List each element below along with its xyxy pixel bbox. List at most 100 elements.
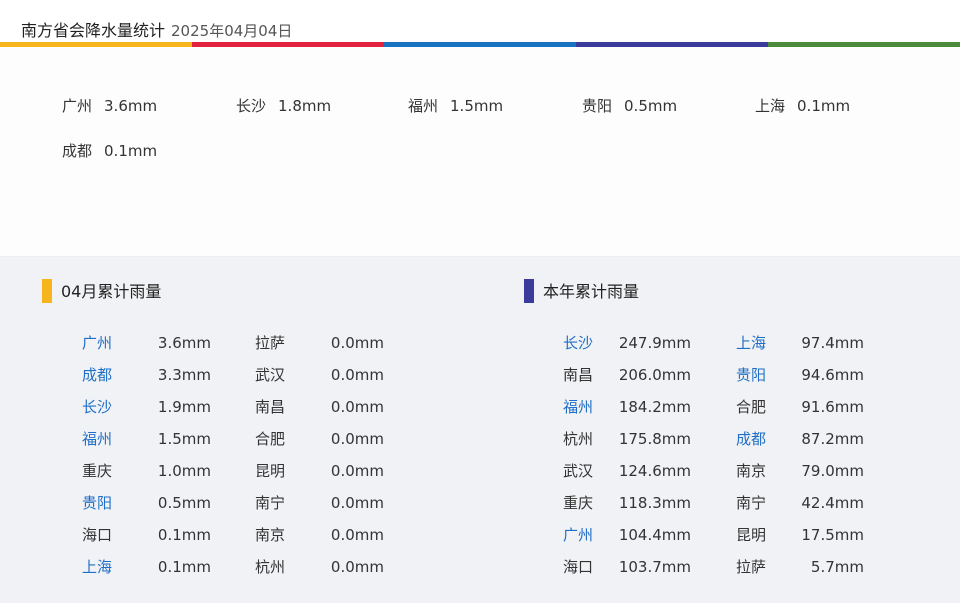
today-rain-value: 0.1mm: [797, 97, 851, 115]
yearly-city-name: 长沙: [563, 334, 594, 352]
yearly-rain-value: 247.9mm: [618, 334, 691, 352]
today-rain-item: 成都 0.1mm: [62, 140, 157, 161]
monthly-city-name: 福州: [82, 430, 113, 448]
today-rain-value: 0.1mm: [104, 142, 158, 160]
yearly-rain-value: 42.4mm: [801, 494, 864, 512]
yearly-rain-value: 206.0mm: [618, 366, 691, 384]
yearly-rain-value: 124.6mm: [618, 462, 691, 480]
yearly-city-name: 南京: [736, 462, 767, 480]
yearly-title: 本年累计雨量: [543, 282, 640, 301]
monthly-rain-value: 0.0mm: [330, 462, 384, 480]
yearly-rain-value: 94.6mm: [801, 366, 864, 384]
monthly-city-name: 海口: [82, 526, 113, 544]
color-bar-segment: [576, 42, 768, 47]
today-rain-item: 上海 0.1mm: [755, 95, 850, 116]
yearly-rain-value: 118.3mm: [618, 494, 691, 512]
yearly-rain-value: 79.0mm: [801, 462, 864, 480]
yearly-rain-value: 91.6mm: [801, 398, 864, 416]
yearly-city-name: 上海: [736, 334, 767, 352]
title-date: 2025年04月04日: [171, 22, 293, 40]
monthly-title: 04月累计雨量: [61, 282, 162, 301]
monthly-marker: [42, 278, 52, 303]
yearly-rain-value: 103.7mm: [618, 558, 691, 576]
monthly-city-name: 南宁: [255, 494, 286, 512]
monthly-city-name: 杭州: [255, 558, 286, 576]
color-bar-segment: [384, 42, 576, 47]
monthly-rain-value: 0.1mm: [157, 526, 211, 544]
color-bar-segment: [768, 42, 960, 47]
yearly-city-name: 武汉: [563, 462, 594, 480]
monthly-city-name: 武汉: [255, 366, 286, 384]
today-city-name: 长沙: [236, 97, 267, 115]
page-title: 南方省会降水量统计 2025年04月04日: [21, 17, 292, 41]
monthly-section-title: 04月累计雨量: [42, 278, 161, 305]
yearly-rain-value: 87.2mm: [801, 430, 864, 448]
monthly-rain-value: 0.0mm: [330, 494, 384, 512]
yearly-city-name: 昆明: [736, 526, 767, 544]
today-rain-item: 福州 1.5mm: [408, 95, 503, 116]
yearly-city-name: 重庆: [563, 494, 594, 512]
monthly-rain-value: 0.0mm: [330, 398, 384, 416]
yearly-rain-value: 184.2mm: [618, 398, 691, 416]
yearly-city-name: 福州: [563, 398, 594, 416]
yearly-rain-value: 175.8mm: [618, 430, 691, 448]
yearly-city-name: 广州: [563, 526, 594, 544]
today-city-name: 广州: [62, 97, 93, 115]
monthly-city-name: 南昌: [255, 398, 286, 416]
color-bar-segment: [0, 42, 192, 47]
yearly-section-title: 本年累计雨量: [524, 278, 639, 305]
today-rain-item: 长沙 1.8mm: [236, 95, 331, 116]
yearly-marker: [524, 278, 534, 303]
title-text: 南方省会降水量统计: [21, 21, 166, 40]
monthly-rain-value: 0.5mm: [157, 494, 211, 512]
monthly-city-name: 合肥: [255, 430, 286, 448]
monthly-rain-value: 0.0mm: [330, 366, 384, 384]
today-city-name: 贵阳: [582, 97, 613, 115]
yearly-city-name: 南宁: [736, 494, 767, 512]
today-rain-item: 贵阳 0.5mm: [582, 95, 677, 116]
cumulative-rainfall-panel: 04月累计雨量 本年累计雨量 广州 3.6mm 成都 3.3mm 长沙 1.9mm 福州 1.…: [0, 257, 960, 603]
monthly-rain-value: 0.0mm: [330, 430, 384, 448]
monthly-rain-value: 0.0mm: [330, 526, 384, 544]
color-bar: [0, 42, 960, 47]
yearly-rain-value: 17.5mm: [801, 526, 864, 544]
monthly-city-name: 上海: [82, 558, 113, 576]
monthly-rain-value: 3.6mm: [157, 334, 211, 352]
monthly-rain-value: 3.3mm: [157, 366, 211, 384]
yearly-city-name: 贵阳: [736, 366, 767, 384]
today-rain-item: 广州 3.6mm: [62, 95, 157, 116]
yearly-rain-value: 104.4mm: [618, 526, 691, 544]
yearly-city-name: 南昌: [563, 366, 594, 384]
yearly-city-name: 海口: [563, 558, 594, 576]
monthly-city-name: 拉萨: [255, 334, 286, 352]
monthly-rain-value: 1.0mm: [157, 462, 211, 480]
yearly-rain-value: 97.4mm: [801, 334, 864, 352]
monthly-city-name: 贵阳: [82, 494, 113, 512]
yearly-city-name: 成都: [736, 430, 767, 448]
color-bar-segment: [192, 42, 384, 47]
today-city-name: 上海: [755, 97, 786, 115]
monthly-rain-value: 1.9mm: [157, 398, 211, 416]
monthly-city-name: 南京: [255, 526, 286, 544]
yearly-city-name: 拉萨: [736, 558, 767, 576]
today-rainfall-panel: 广州 3.6mm 长沙 1.8mm 福州 1.5mm 贵阳 0.5mm 上海 0.1mm 成都 0.1…: [0, 48, 960, 257]
today-rain-value: 3.6mm: [104, 97, 158, 115]
monthly-city-name: 成都: [82, 366, 113, 384]
monthly-city-name: 重庆: [82, 462, 113, 480]
monthly-city-name: 昆明: [255, 462, 286, 480]
yearly-city-name: 杭州: [563, 430, 594, 448]
monthly-rain-value: 0.1mm: [157, 558, 211, 576]
monthly-rain-value: 0.0mm: [330, 334, 384, 352]
today-rain-value: 1.5mm: [450, 97, 504, 115]
yearly-city-name: 合肥: [736, 398, 767, 416]
yearly-rain-value: 5.7mm: [810, 558, 864, 576]
monthly-city-name: 长沙: [82, 398, 113, 416]
header: 南方省会降水量统计 2025年04月04日: [0, 0, 960, 48]
today-city-name: 福州: [408, 97, 439, 115]
monthly-rain-value: 0.0mm: [330, 558, 384, 576]
today-city-name: 成都: [62, 142, 93, 160]
monthly-rain-value: 1.5mm: [157, 430, 211, 448]
monthly-city-name: 广州: [82, 334, 113, 352]
today-rain-value: 1.8mm: [278, 97, 332, 115]
today-rain-value: 0.5mm: [624, 97, 678, 115]
